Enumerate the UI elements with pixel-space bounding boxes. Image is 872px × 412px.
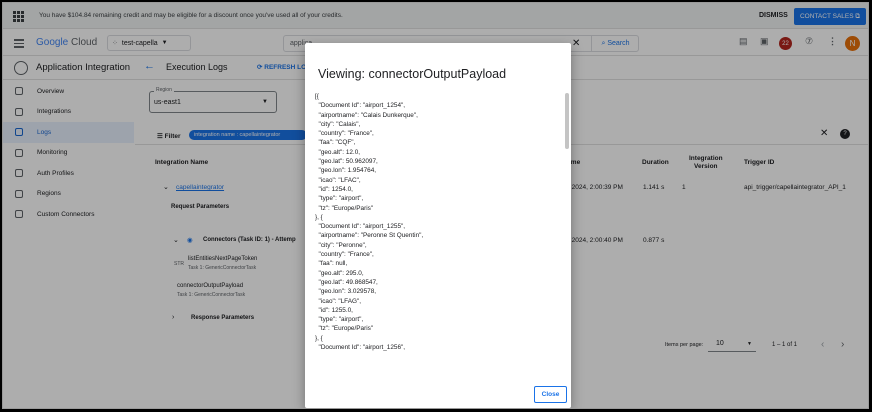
dialog-title: Viewing: connectorOutputPayload	[318, 67, 507, 81]
dialog-scrollbar[interactable]	[565, 93, 569, 149]
payload-dialog: Viewing: connectorOutputPayload [{ "Docu…	[305, 43, 571, 408]
app-window: You have $104.84 remaining credit and ma…	[2, 2, 869, 409]
payload-content[interactable]: [{ "Document Id": "airport_1254", "airpo…	[315, 92, 561, 378]
close-button[interactable]: Close	[534, 386, 567, 403]
